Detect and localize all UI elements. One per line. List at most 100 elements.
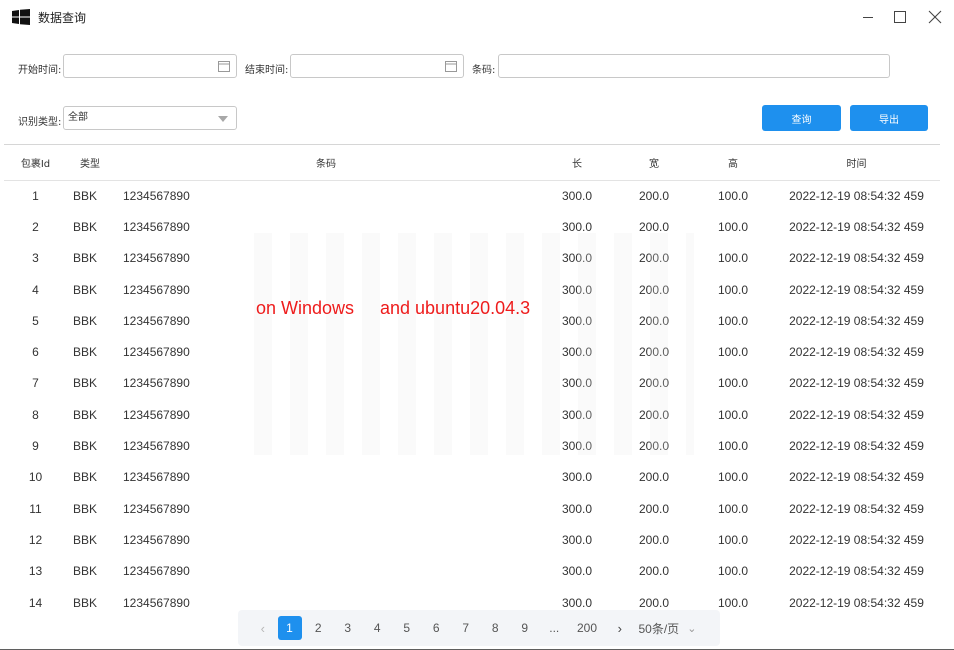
column-header-length[interactable]: 长 xyxy=(539,145,615,181)
cell-height: 100.0 xyxy=(717,564,749,579)
cell-length: 300.0 xyxy=(561,407,593,422)
recognition-type-value: 全部 xyxy=(68,112,88,123)
cell-id: 12 xyxy=(28,532,43,547)
cell-width: 200.0 xyxy=(638,595,670,609)
column-header-width[interactable]: 宽 xyxy=(615,145,693,181)
page-button-4[interactable]: 4 xyxy=(363,621,393,635)
cell-id: 6 xyxy=(32,345,39,360)
cell-id: 5 xyxy=(32,313,39,328)
table-row[interactable]: 1 BBK 1234567890 300.0 200.0 100.0 2022-12-19 … xyxy=(4,180,940,211)
table-row[interactable]: 3 BBK 1234567890 300.0 200.0 100.0 2022-12-19 … xyxy=(4,243,940,274)
minimize-button[interactable] xyxy=(856,5,880,29)
title-bar: 数据查询 xyxy=(0,0,954,34)
cell-time: 2022-12-19 08:54:32 459 xyxy=(789,470,924,485)
recognition-type-select[interactable]: 全部 xyxy=(63,106,237,130)
cell-barcode: 1234567890 xyxy=(123,376,190,391)
cell-length: 300.0 xyxy=(561,188,593,203)
table-row[interactable]: 14 BBK 1234567890 300.0 200.0 100.0 2022-12-19… xyxy=(4,587,940,609)
barcode-field[interactable] xyxy=(498,54,890,78)
recognition-type-label: 识别类型: xyxy=(18,117,62,128)
cell-barcode: 1234567890 xyxy=(123,188,190,203)
cell-width: 200.0 xyxy=(638,532,670,547)
overlay-annotation-ubuntu: and ubuntu20.04.3 xyxy=(380,298,531,318)
cell-id: 14 xyxy=(28,595,43,609)
table-row[interactable]: 11 BBK 1234567890 300.0 200.0 100.0 2022-12-19… xyxy=(4,493,940,524)
cell-barcode: 1234567890 xyxy=(123,595,190,609)
column-header-barcode[interactable]: 条码 xyxy=(113,145,539,181)
cell-length: 300.0 xyxy=(561,439,593,454)
table-row[interactable]: 9 BBK 1234567890 300.0 200.0 100.0 2022-12-19 … xyxy=(4,430,940,461)
page-button-3[interactable]: 3 xyxy=(333,621,363,635)
cell-type: BBK xyxy=(73,376,98,391)
page-button-9[interactable]: 9 xyxy=(510,621,540,635)
cell-barcode: 1234567890 xyxy=(123,219,190,234)
calendar-icon[interactable] xyxy=(445,60,457,72)
page-button-8[interactable]: 8 xyxy=(481,621,511,635)
cell-height: 100.0 xyxy=(717,595,749,609)
table-row[interactable]: 10 BBK 1234567890 300.0 200.0 100.0 2022-12-19… xyxy=(4,462,940,493)
chevron-left-icon[interactable]: ‹ xyxy=(248,621,278,636)
chevron-right-icon[interactable]: › xyxy=(605,621,635,636)
cell-width: 200.0 xyxy=(638,282,670,297)
cell-width: 200.0 xyxy=(638,407,670,422)
cell-width: 200.0 xyxy=(638,501,670,516)
cell-length: 300.0 xyxy=(561,219,593,234)
cell-length: 300.0 xyxy=(561,501,593,516)
start-time-picker[interactable] xyxy=(63,54,237,78)
page-size-select[interactable]: 50条/页 ⌄ xyxy=(639,620,697,637)
end-time-picker[interactable] xyxy=(290,54,464,78)
cell-id: 8 xyxy=(32,407,39,422)
table-row[interactable]: 2 BBK 1234567890 300.0 200.0 100.0 2022-12-19 … xyxy=(4,211,940,242)
cell-time: 2022-12-19 08:54:32 459 xyxy=(789,282,924,297)
cell-time: 2022-12-19 08:54:32 459 xyxy=(789,595,924,609)
cell-length: 300.0 xyxy=(561,376,593,391)
cell-type: BBK xyxy=(73,501,98,516)
cell-type: BBK xyxy=(73,345,98,360)
column-header-type[interactable]: 类型 xyxy=(67,145,113,181)
page-button-2[interactable]: 2 xyxy=(304,621,334,635)
start-time-input[interactable] xyxy=(68,55,232,76)
close-button[interactable] xyxy=(923,5,947,29)
cell-time: 2022-12-19 08:54:32 459 xyxy=(789,564,924,579)
column-header-time[interactable]: 时间 xyxy=(773,145,940,181)
results-table: 包裹Id 类型 条码 长 宽 高 时间 1 BBK 1234567890 300.0 2… xyxy=(4,144,940,608)
column-header-height[interactable]: 高 xyxy=(693,145,773,181)
cell-id: 13 xyxy=(28,564,43,579)
export-button[interactable]: 导出 xyxy=(850,105,928,131)
cell-time: 2022-12-19 08:54:32 459 xyxy=(789,219,924,234)
query-button[interactable]: 查询 xyxy=(762,105,841,131)
cell-time: 2022-12-19 08:54:32 459 xyxy=(789,407,924,422)
page-size-value: 50条/页 xyxy=(638,621,680,636)
cell-time: 2022-12-19 08:54:32 459 xyxy=(789,376,924,391)
end-time-input[interactable] xyxy=(295,55,459,76)
page-button-7[interactable]: 7 xyxy=(451,621,481,635)
calendar-icon[interactable] xyxy=(218,60,230,72)
table-row[interactable]: 12 BBK 1234567890 300.0 200.0 100.0 2022-12-19… xyxy=(4,524,940,555)
cell-time: 2022-12-19 08:54:32 459 xyxy=(789,501,924,516)
cell-id: 2 xyxy=(32,219,39,234)
start-time-label: 开始时间: xyxy=(18,65,62,76)
page-button-last[interactable]: 200 xyxy=(569,621,605,635)
table-row[interactable]: 8 BBK 1234567890 300.0 200.0 100.0 2022-12-19 … xyxy=(4,399,940,430)
cell-type: BBK xyxy=(73,251,98,266)
maximize-button[interactable] xyxy=(888,5,912,29)
column-header-package-id[interactable]: 包裹Id xyxy=(4,145,67,181)
cell-height: 100.0 xyxy=(717,219,749,234)
page-ellipsis[interactable]: ... xyxy=(540,621,570,635)
cell-id: 1 xyxy=(32,188,39,203)
table-row[interactable]: 7 BBK 1234567890 300.0 200.0 100.0 2022-12-19 … xyxy=(4,368,940,399)
cell-height: 100.0 xyxy=(717,439,749,454)
page-button-1[interactable]: 1 xyxy=(277,616,302,640)
table-row[interactable]: 6 BBK 1234567890 300.0 200.0 100.0 2022-12-19 … xyxy=(4,336,940,367)
table-row[interactable]: 13 BBK 1234567890 300.0 200.0 100.0 2022-12-19… xyxy=(4,556,940,587)
cell-type: BBK xyxy=(73,564,98,579)
page-button-6[interactable]: 6 xyxy=(422,621,452,635)
cell-barcode: 1234567890 xyxy=(123,564,190,579)
cell-height: 100.0 xyxy=(717,282,749,297)
cell-height: 100.0 xyxy=(717,532,749,547)
page-button-5[interactable]: 5 xyxy=(392,621,422,635)
cell-time: 2022-12-19 08:54:32 459 xyxy=(789,251,924,266)
cell-id: 4 xyxy=(32,282,39,297)
barcode-input[interactable] xyxy=(503,55,885,76)
cell-type: BBK xyxy=(73,282,98,297)
